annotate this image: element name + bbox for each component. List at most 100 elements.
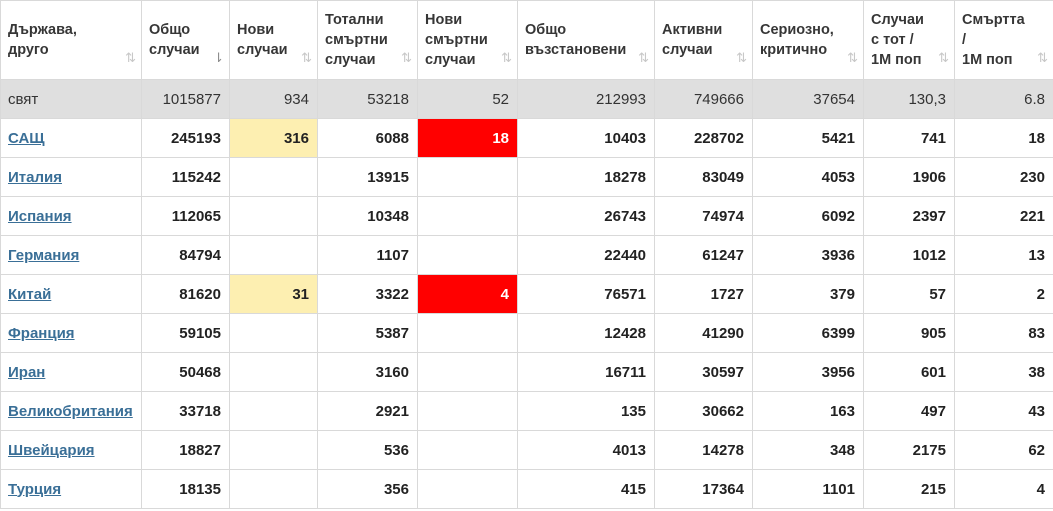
column-header-0[interactable]: Държава, друго ⇅ xyxy=(0,0,142,80)
covid-stats-table: Държава, друго ⇅ Общо случаи ⇂ Нови случаи ⇅ Тота… xyxy=(0,0,1053,509)
sort-icon[interactable]: ⇅ xyxy=(736,48,747,68)
cases-per-1m-cell: 1906 xyxy=(863,157,955,197)
total-deaths-cell: 3322 xyxy=(317,274,418,314)
sort-icon[interactable]: ⇅ xyxy=(847,48,858,68)
sort-icon[interactable]: ⇅ xyxy=(501,48,512,68)
sort-icon[interactable]: ⇅ xyxy=(401,48,412,68)
country-cell: Испания xyxy=(0,196,142,236)
total-cases-cell: 115242 xyxy=(141,157,230,197)
cases-per-1m-cell: 1012 xyxy=(863,235,955,275)
country-link[interactable]: Германия xyxy=(8,247,79,264)
column-header-7[interactable]: Сериозно, критично ⇅ xyxy=(752,0,864,80)
country-link[interactable]: САЩ xyxy=(8,130,45,147)
active-cases-cell: 30662 xyxy=(654,391,753,431)
new-deaths-cell xyxy=(417,157,518,197)
total-recovered-cell: 415 xyxy=(517,469,655,509)
column-header-label: случаи xyxy=(237,42,288,58)
country-link[interactable]: Турция xyxy=(8,481,61,498)
new-cases-cell xyxy=(229,196,318,236)
column-header-5[interactable]: Общо възстановени ⇅ xyxy=(517,0,655,80)
total-deaths-cell: 13915 xyxy=(317,157,418,197)
total-cases-cell: 59105 xyxy=(141,313,230,353)
new-deaths-cell xyxy=(417,196,518,236)
world-serious-critical: 37654 xyxy=(752,79,864,119)
sort-icon[interactable]: ⇅ xyxy=(1037,48,1048,68)
column-header-6[interactable]: Активни случаи ⇅ xyxy=(654,0,753,80)
table-row: Германия 84794 1107 22440 61247 3936 1012 13 xyxy=(0,235,1053,275)
column-header-9[interactable]: Смъртта / 1М поп ⇅ xyxy=(954,0,1053,80)
column-header-1[interactable]: Общо случаи ⇂ xyxy=(141,0,230,80)
table-row: Италия 115242 13915 18278 83049 4053 1906 230 xyxy=(0,157,1053,197)
total-deaths-cell: 6088 xyxy=(317,118,418,158)
new-cases-cell xyxy=(229,430,318,470)
cases-per-1m-cell: 741 xyxy=(863,118,955,158)
serious-critical-cell: 1101 xyxy=(752,469,864,509)
country-link[interactable]: Китай xyxy=(8,286,51,303)
total-deaths-cell: 5387 xyxy=(317,313,418,353)
country-link[interactable]: Франция xyxy=(8,325,75,342)
column-header-3[interactable]: Тотални смъртни случаи ⇅ xyxy=(317,0,418,80)
total-cases-cell: 245193 xyxy=(141,118,230,158)
world-cases-per-1m: 130,3 xyxy=(863,79,955,119)
total-cases-cell: 33718 xyxy=(141,391,230,431)
column-header-label: 1М поп xyxy=(871,52,922,68)
column-header-label: възстановени xyxy=(525,42,627,58)
serious-critical-cell: 3936 xyxy=(752,235,864,275)
table-row: Франция 59105 5387 12428 41290 6399 905 83 xyxy=(0,313,1053,353)
country-link[interactable]: Италия xyxy=(8,169,62,186)
table-row: Испания 112065 10348 26743 74974 6092 2397 221 xyxy=(0,196,1053,236)
column-header-label: с тот / xyxy=(871,32,914,48)
column-header-label: / xyxy=(962,32,967,48)
deaths-per-1m-cell: 4 xyxy=(954,469,1053,509)
country-link[interactable]: Иран xyxy=(8,364,45,381)
column-header-label: Случаи xyxy=(871,12,924,28)
country-cell: Китай xyxy=(0,274,142,314)
deaths-per-1m-cell: 18 xyxy=(954,118,1053,158)
column-header-label: 1М поп xyxy=(962,52,1013,68)
cases-per-1m-cell: 57 xyxy=(863,274,955,314)
deaths-per-1m-cell: 62 xyxy=(954,430,1053,470)
world-name: свят xyxy=(0,79,142,119)
new-cases-cell xyxy=(229,352,318,392)
cases-per-1m-cell: 497 xyxy=(863,391,955,431)
country-link[interactable]: Швейцария xyxy=(8,442,95,459)
column-header-8[interactable]: Случаи с тот / 1М поп ⇅ xyxy=(863,0,955,80)
new-cases-cell: 316 xyxy=(229,118,318,158)
deaths-per-1m-cell: 230 xyxy=(954,157,1053,197)
sort-icon[interactable]: ⇅ xyxy=(938,48,949,68)
world-deaths-per-1m: 6.8 xyxy=(954,79,1053,119)
active-cases-cell: 30597 xyxy=(654,352,753,392)
sort-icon[interactable]: ⇅ xyxy=(638,48,649,68)
country-link[interactable]: Испания xyxy=(8,208,72,225)
total-deaths-cell: 536 xyxy=(317,430,418,470)
column-header-label: критично xyxy=(760,42,828,58)
column-header-label: Нови xyxy=(237,22,275,38)
serious-critical-cell: 163 xyxy=(752,391,864,431)
sort-icon[interactable]: ⇅ xyxy=(125,48,136,68)
active-cases-cell: 61247 xyxy=(654,235,753,275)
column-header-label: Общо xyxy=(525,22,567,38)
total-deaths-cell: 3160 xyxy=(317,352,418,392)
active-cases-cell: 41290 xyxy=(654,313,753,353)
total-deaths-cell: 356 xyxy=(317,469,418,509)
column-header-label: случаи xyxy=(425,52,476,68)
serious-critical-cell: 348 xyxy=(752,430,864,470)
sort-desc-icon[interactable]: ⇂ xyxy=(213,48,224,68)
sort-icon[interactable]: ⇅ xyxy=(301,48,312,68)
column-header-label: Общо xyxy=(149,22,191,38)
total-recovered-cell: 22440 xyxy=(517,235,655,275)
new-deaths-cell xyxy=(417,430,518,470)
active-cases-cell: 14278 xyxy=(654,430,753,470)
table-row: Турция 18135 356 415 17364 1101 215 4 xyxy=(0,469,1053,509)
total-cases-cell: 81620 xyxy=(141,274,230,314)
column-header-2[interactable]: Нови случаи ⇅ xyxy=(229,0,318,80)
deaths-per-1m-cell: 13 xyxy=(954,235,1053,275)
total-recovered-cell: 16711 xyxy=(517,352,655,392)
country-link[interactable]: Великобритания xyxy=(8,403,133,420)
deaths-per-1m-cell: 83 xyxy=(954,313,1053,353)
country-cell: САЩ xyxy=(0,118,142,158)
column-header-4[interactable]: Нови смъртни случаи ⇅ xyxy=(417,0,518,80)
new-cases-cell xyxy=(229,391,318,431)
total-deaths-cell: 1107 xyxy=(317,235,418,275)
column-header-label: Смъртта xyxy=(962,12,1025,28)
